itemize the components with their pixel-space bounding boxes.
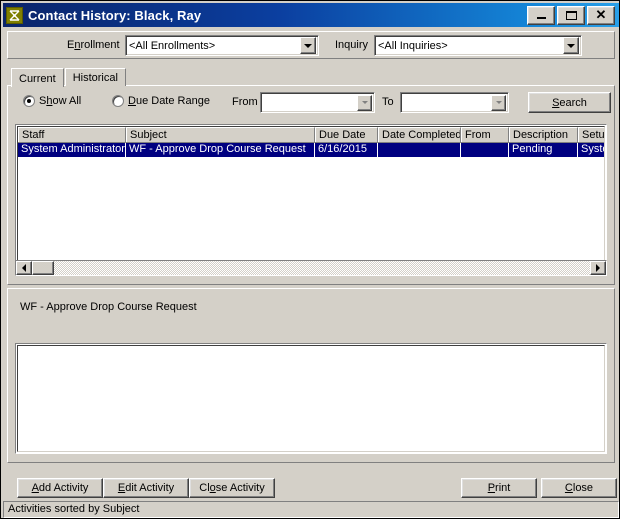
chevron-down-icon[interactable] (563, 37, 579, 54)
arrow-right-icon[interactable] (590, 261, 606, 275)
enrollment-dropdown[interactable]: <All Enrollments> (125, 35, 319, 56)
close-activity-button[interactable]: Close Activity (189, 478, 275, 498)
enrollment-label: Enrollment (67, 39, 120, 51)
cell-due-date: 6/16/2015 (315, 143, 378, 157)
print-button[interactable]: Print (461, 478, 537, 498)
minimize-button[interactable] (527, 5, 555, 25)
detail-subject: WF - Approve Drop Course Request (20, 301, 197, 313)
scrollbar-thumb[interactable] (32, 261, 54, 275)
activities-grid-viewport: Staff Subject Due Date Date Completed Fr… (17, 126, 605, 266)
add-activity-button[interactable]: Add Activity (17, 478, 103, 498)
column-header-due-date[interactable]: Due Date (315, 127, 378, 142)
action-bar: Add Activity Edit Activity Close Activit… (3, 475, 619, 502)
detail-notes-value[interactable] (17, 345, 605, 452)
grid-horizontal-scrollbar[interactable] (15, 260, 607, 276)
to-date-input[interactable] (400, 92, 509, 113)
detail-notes-box[interactable] (15, 343, 607, 454)
filter-panel: Enrollment <All Enrollments> Inquiry <Al… (7, 31, 615, 59)
scrollbar-track[interactable] (54, 261, 590, 275)
table-row[interactable]: System Administrator WF - Approve Drop C… (18, 143, 604, 157)
tab-current[interactable]: Current (11, 68, 64, 87)
activities-grid[interactable]: Staff Subject Due Date Date Completed Fr… (15, 124, 607, 268)
column-header-date-completed[interactable]: Date Completed (378, 127, 461, 142)
radio-due-date-range-indicator (112, 95, 124, 107)
from-date-input[interactable] (260, 92, 375, 113)
add-activity-label: Add Activity (31, 482, 89, 494)
radio-due-date-range-label: Due Date Range (128, 95, 210, 107)
title-bar: Contact History: Black, Ray ✕ (3, 3, 619, 27)
print-label: Print (487, 482, 511, 494)
column-header-from[interactable]: From (461, 127, 509, 142)
from-label: From (232, 96, 258, 108)
arrow-left-icon[interactable] (16, 261, 32, 275)
edit-activity-label: Edit Activity (117, 482, 175, 494)
cell-description: Pending (509, 143, 578, 157)
from-date-chevron-down-icon[interactable] (357, 94, 372, 111)
column-header-subject[interactable]: Subject (126, 127, 315, 142)
to-label: To (382, 96, 394, 108)
tab-panel-current: Show All Due Date Range From To Search S… (7, 85, 615, 285)
edit-activity-button[interactable]: Edit Activity (103, 478, 189, 498)
activity-detail-panel: WF - Approve Drop Course Request (7, 288, 615, 463)
cell-subject: WF - Approve Drop Course Request (126, 143, 315, 157)
maximize-icon (565, 10, 577, 20)
window-title: Contact History: Black, Ray (28, 7, 202, 23)
column-header-setup-by[interactable]: Setup By (578, 127, 604, 142)
to-date-chevron-down-icon[interactable] (491, 94, 506, 111)
close-label: Close (564, 482, 594, 494)
cell-date-completed (378, 143, 461, 157)
status-bar: Activities sorted by Subject (3, 501, 619, 518)
radio-show-all[interactable]: Show All (23, 95, 81, 107)
radio-due-date-range[interactable]: Due Date Range (112, 95, 210, 107)
search-controls: Show All Due Date Range From To Search (14, 91, 611, 115)
inquiry-dropdown[interactable]: <All Inquiries> (374, 35, 582, 56)
close-activity-label: Close Activity (199, 482, 265, 494)
tab-strip: Current Historical (11, 67, 127, 87)
inquiry-label: Inquiry (335, 39, 369, 51)
column-header-description[interactable]: Description (509, 127, 578, 142)
close-button[interactable]: ✕ (587, 5, 615, 25)
maximize-button[interactable] (557, 5, 585, 25)
window-controls: ✕ (527, 5, 617, 25)
chevron-down-icon[interactable] (300, 37, 316, 54)
search-button[interactable]: Search (528, 92, 611, 113)
cell-from (461, 143, 509, 157)
minimize-icon (536, 17, 546, 19)
search-button-label: Search (552, 96, 587, 109)
cell-setup-by: System A (578, 143, 604, 157)
app-icon (6, 6, 23, 24)
column-header-staff[interactable]: Staff (18, 127, 126, 142)
activities-grid-header: Staff Subject Due Date Date Completed Fr… (18, 127, 604, 143)
enrollment-value: <All Enrollments> (129, 39, 216, 52)
tab-historical[interactable]: Historical (64, 68, 126, 86)
cell-staff: System Administrator (18, 143, 126, 157)
radio-show-all-indicator (23, 95, 35, 107)
close-icon: ✕ (595, 7, 607, 22)
radio-show-all-label: Show All (39, 95, 82, 107)
contact-history-window: Contact History: Black, Ray ✕ Enrollment… (0, 0, 620, 519)
close-window-button[interactable]: Close (541, 478, 617, 498)
inquiry-value: <All Inquiries> (378, 39, 448, 52)
